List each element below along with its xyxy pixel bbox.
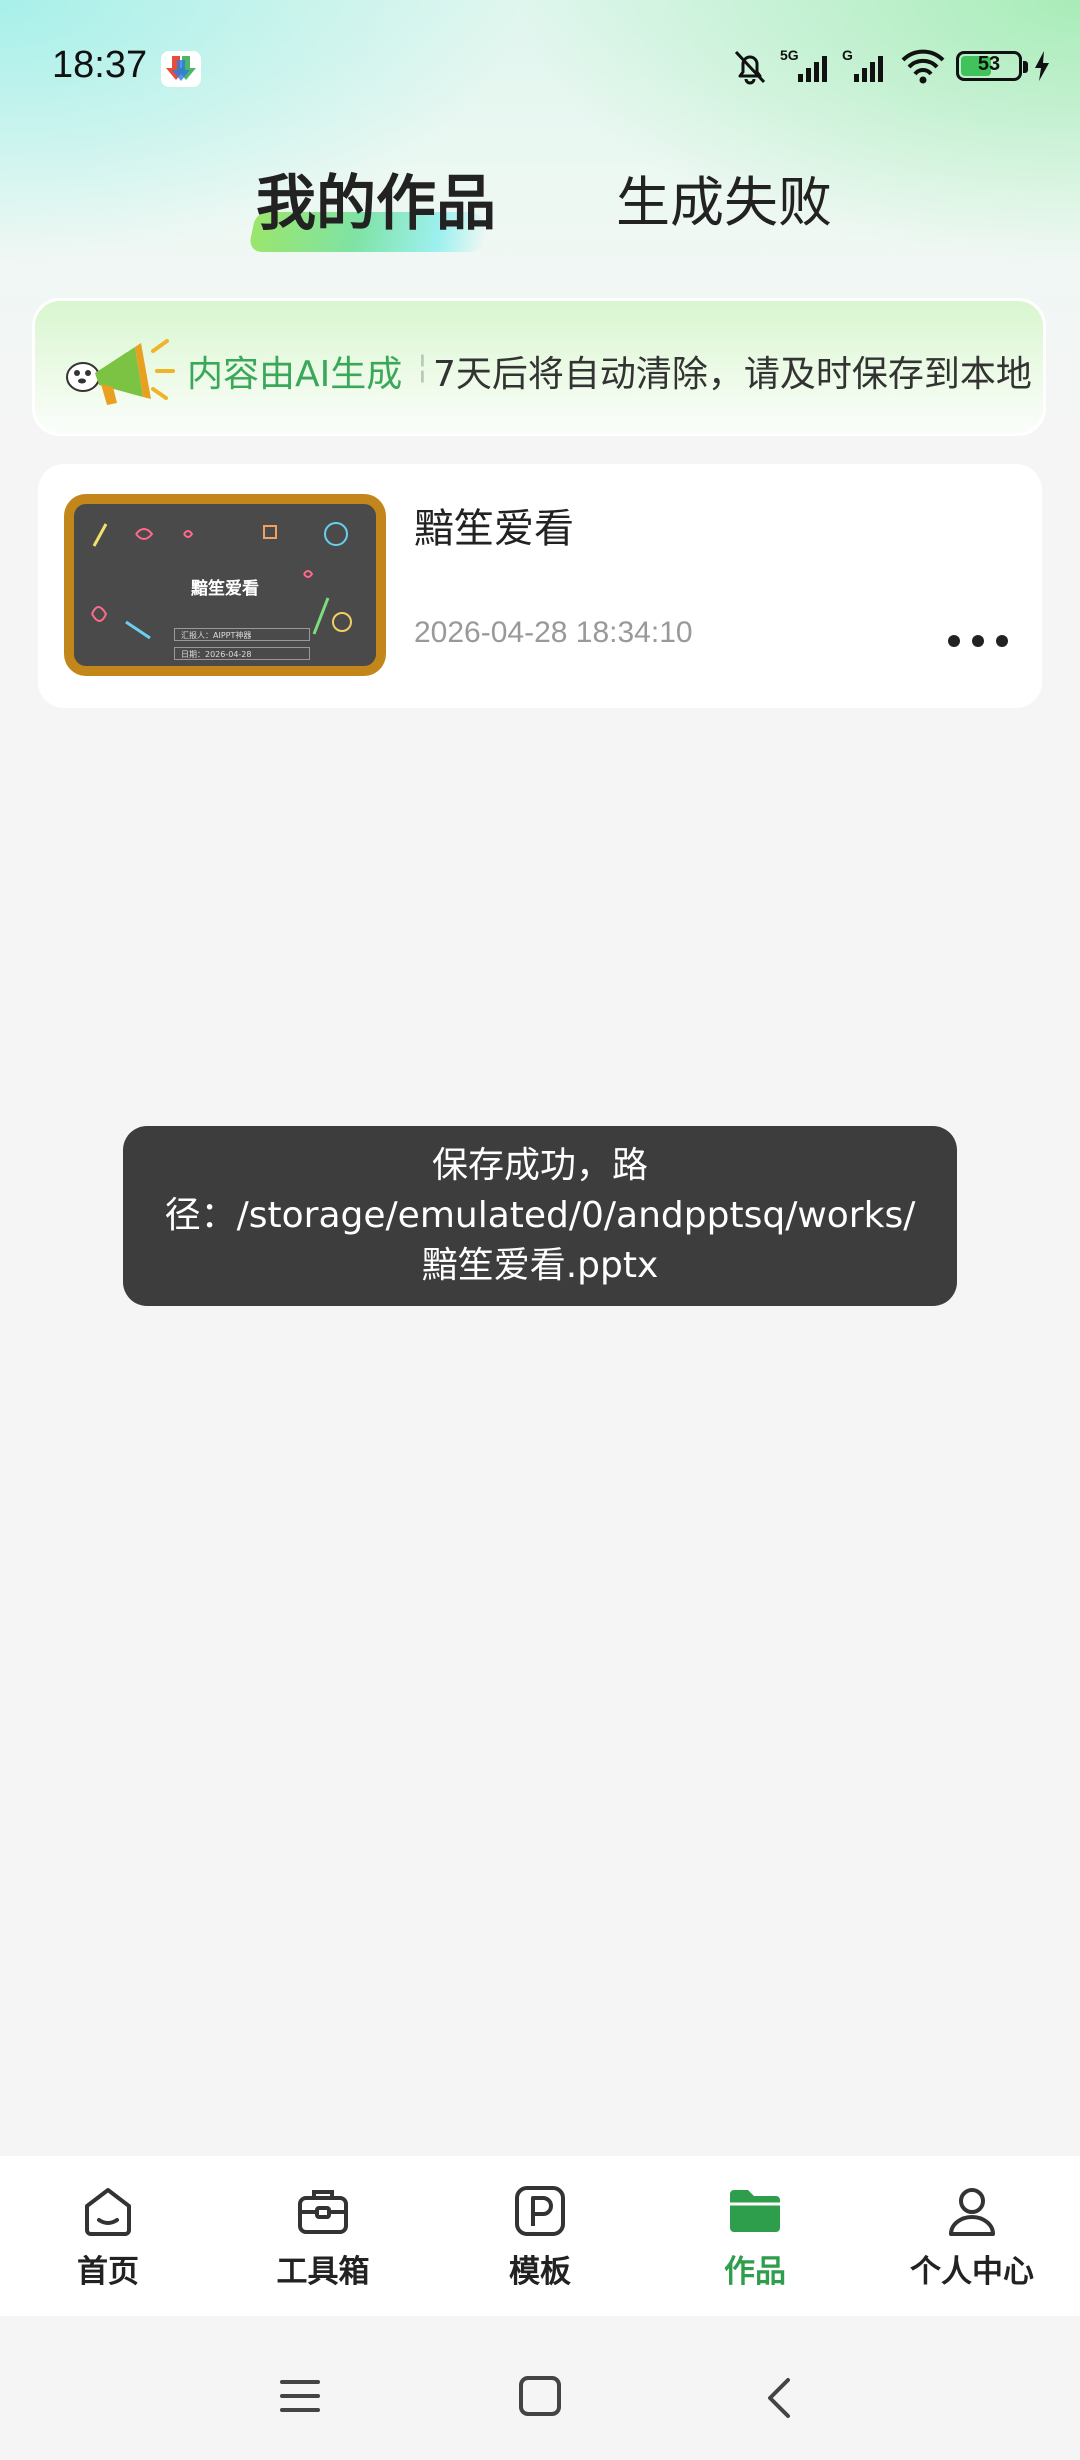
network-g-label: G: [842, 47, 853, 63]
nav-item-template[interactable]: 模板: [465, 2182, 615, 2291]
charging-icon: [1035, 51, 1049, 81]
template-icon: [515, 2186, 565, 2236]
work-date: 2026-04-28 18:34:10: [414, 616, 693, 649]
work-thumbnail[interactable]: 黯笙爱看 汇报人：AIPPT神器 日期：2026-04-28: [64, 494, 386, 676]
more-dot-icon: [948, 635, 960, 647]
tab-generation-failed[interactable]: 生成失败: [616, 158, 832, 237]
battery-icon: 53: [956, 51, 1028, 81]
mute-bell-icon: [734, 50, 766, 85]
megaphone-icon: [66, 339, 175, 405]
tab-my-works[interactable]: 我的作品: [256, 155, 496, 242]
network-5g-label: 5G: [780, 47, 799, 63]
nav-label-template: 模板: [509, 2254, 571, 2290]
status-icons: 5G G 53: [730, 44, 1052, 88]
signal-5g-icon: 5G: [780, 47, 827, 82]
nav-item-toolbox[interactable]: 工具箱: [248, 2182, 398, 2291]
more-dot-icon: [972, 635, 984, 647]
nav-item-works[interactable]: 作品: [680, 2182, 830, 2291]
wifi-icon: [901, 49, 945, 84]
status-bar: 18:37 5G G 53: [0, 0, 1080, 135]
chalkboard-image: 黯笙爱看 汇报人：AIPPT神器 日期：2026-04-28: [74, 504, 376, 666]
thumbnail-presenter: 汇报人：AIPPT神器: [174, 628, 310, 641]
status-time: 18:37: [52, 44, 148, 86]
bottom-nav: 首页 工具箱 模板 作品 个人中心: [0, 2156, 1080, 2316]
nav-item-profile[interactable]: 个人中心: [897, 2182, 1047, 2291]
tab-generation-failed-label: 生成失败: [616, 171, 832, 234]
battery-level: 53: [977, 53, 1001, 75]
thumbnail-title: 黯笙爱看: [191, 579, 259, 599]
nav-label-toolbox: 工具箱: [276, 2254, 370, 2290]
nav-item-home[interactable]: 首页: [33, 2182, 183, 2291]
notice-banner: 内容由AI生成 ¦ 7天后将自动清除，请及时保存到本地: [32, 298, 1046, 436]
more-options-button[interactable]: [948, 634, 1008, 648]
nav-label-home: 首页: [77, 2254, 139, 2290]
folder-icon: [730, 2190, 780, 2232]
notice-ai-label: 内容由AI生成: [187, 354, 403, 395]
more-dot-icon: [996, 635, 1008, 647]
menu-icon[interactable]: [278, 2376, 322, 2416]
signal-g-icon: G: [842, 47, 883, 82]
app-notification-icon: [161, 51, 201, 87]
back-icon[interactable]: [760, 2376, 800, 2420]
toolbox-icon: [298, 2190, 348, 2234]
home-icon: [85, 2188, 131, 2236]
work-card[interactable]: 黯笙爱看 汇报人：AIPPT神器 日期：2026-04-28 黯笙爱看 2026…: [38, 464, 1042, 708]
toast-message: 保存成功，路径：/storage/emulated/0/andpptsq/wor…: [164, 1145, 916, 1286]
notice-text: 7天后将自动清除，请及时保存到本地: [433, 354, 1032, 395]
home-button-icon[interactable]: [518, 2376, 562, 2416]
tab-my-works-label: 我的作品: [256, 169, 496, 239]
nav-label-profile: 个人中心: [910, 2254, 1034, 2290]
notice-separator: ¦: [417, 347, 428, 385]
nav-label-works: 作品: [724, 2254, 786, 2290]
system-nav-bar: [0, 2316, 1080, 2460]
user-icon: [949, 2188, 995, 2236]
work-title: 黯笙爱看: [414, 506, 574, 552]
save-success-toast: 保存成功，路径：/storage/emulated/0/andpptsq/wor…: [123, 1126, 957, 1306]
thumbnail-date: 日期：2026-04-28: [174, 647, 310, 660]
